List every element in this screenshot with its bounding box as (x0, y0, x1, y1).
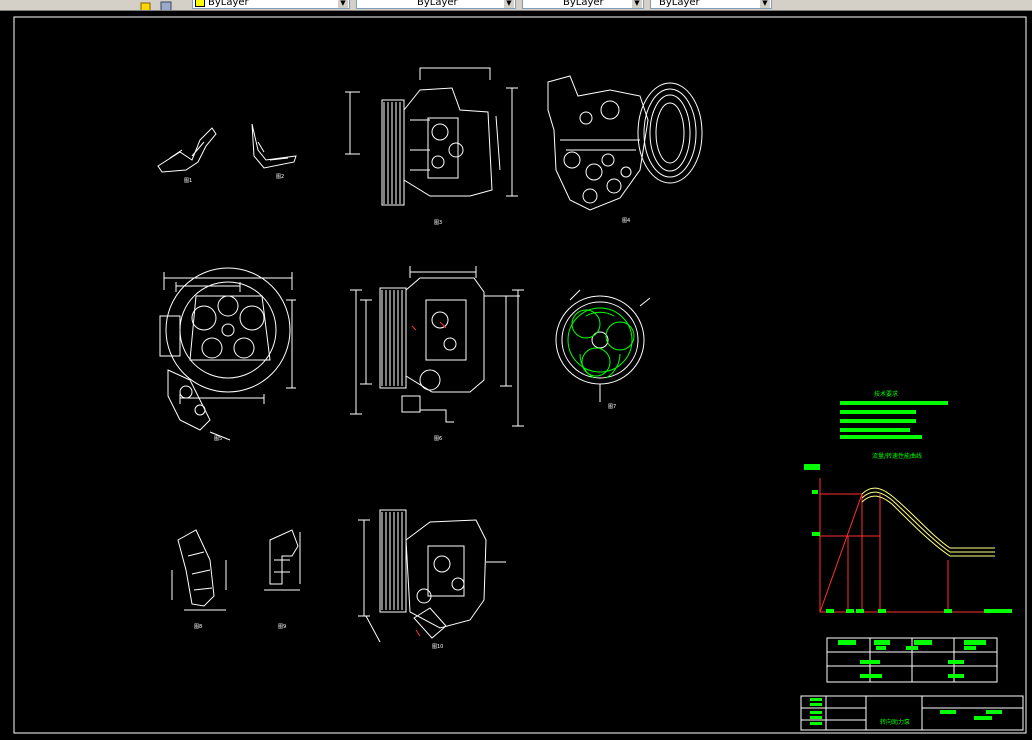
cad-drawing: 图1 图2 图3 图4 图5 图6 图7 图8 图9 图10 技术要求 流量/转… (13, 16, 1027, 734)
pulley-face-view (555, 289, 651, 402)
tech-requirements-block (840, 401, 948, 439)
view-label-9: 图9 (278, 624, 286, 630)
view-label-7: 图7 (608, 404, 616, 410)
layer-state-icon[interactable] (140, 0, 152, 10)
bracket-view-8 (264, 529, 301, 591)
view-label-5: 图5 (214, 436, 222, 442)
plotstyle-control-combo[interactable]: ByLayer ▼ (650, 0, 772, 9)
parameters-table (826, 637, 998, 683)
pump-lower-view (358, 509, 506, 643)
chevron-down-icon[interactable]: ▼ (760, 0, 770, 8)
view-label-2: 图2 (276, 174, 284, 180)
red-markers (411, 321, 447, 637)
pump-front-view (159, 267, 296, 441)
title-block-name: 转向助力泵 (880, 718, 910, 726)
view-label-6: 图6 (434, 436, 442, 442)
color-swatch-icon (195, 0, 205, 7)
title-block (800, 695, 1024, 731)
properties-toolbar: ByLayer ▼ ByLayer ▼ ByLayer ▼ ByLayer ▼ (0, 0, 1032, 11)
tech-requirements-title: 技术要求 (874, 390, 898, 398)
layer-previous-icon[interactable] (160, 0, 172, 10)
view-label-10: 图10 (432, 644, 443, 650)
view-label-8: 图8 (194, 624, 202, 630)
drawing-frame (13, 16, 1027, 734)
performance-chart (804, 464, 1012, 613)
bracket-view-7 (171, 529, 227, 611)
pump-elevation-view (345, 67, 518, 206)
drawing-canvas[interactable]: 图1 图2 图3 图4 图5 图6 图7 图8 图9 图10 技术要求 流量/转… (0, 11, 1032, 736)
lineweight-control-combo[interactable]: ByLayer ▼ (522, 0, 644, 9)
chevron-down-icon[interactable]: ▼ (338, 0, 348, 8)
pump-side-view (350, 266, 524, 427)
pulley-spoke-highlight (567, 307, 635, 379)
chart-title: 流量/转速性能曲线 (872, 452, 922, 460)
view-label-1: 图1 (184, 178, 192, 184)
bracket-view-1 (157, 123, 297, 173)
color-control-combo[interactable]: ByLayer ▼ (192, 0, 350, 9)
view-label-4: 图4 (622, 218, 630, 224)
chevron-down-icon[interactable]: ▼ (504, 0, 514, 8)
chevron-down-icon[interactable]: ▼ (632, 0, 642, 8)
pump-isometric-view (547, 75, 703, 211)
view-label-3: 图3 (434, 220, 442, 226)
linetype-control-combo[interactable]: ByLayer ▼ (356, 0, 516, 9)
